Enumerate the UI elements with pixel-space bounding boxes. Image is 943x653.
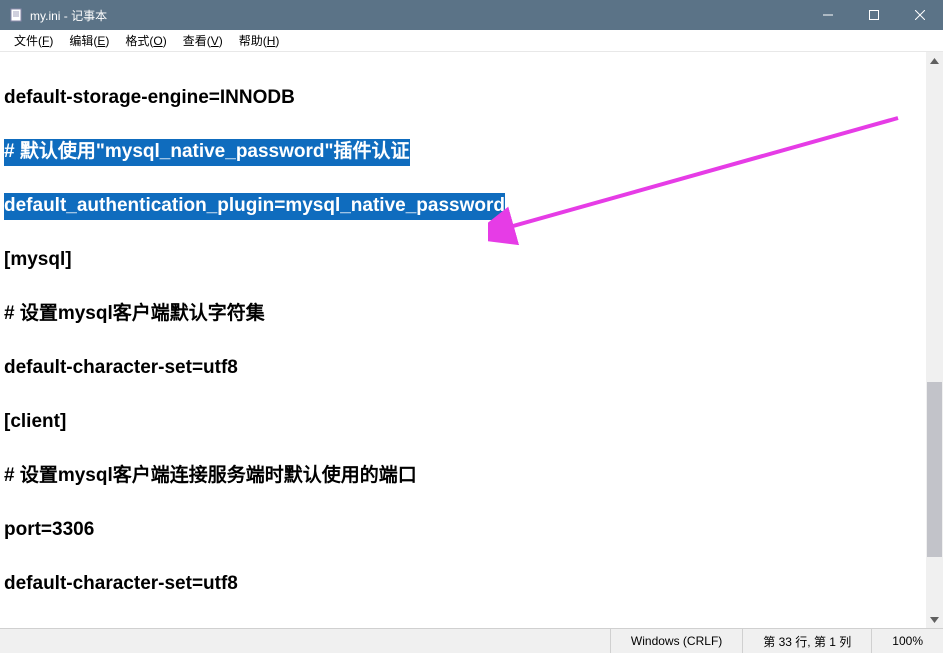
statusbar: Windows (CRLF) 第 33 行, 第 1 列 100% xyxy=(0,628,943,653)
text-line: # 默认使用"mysql_native_password"插件认证 xyxy=(4,139,922,166)
status-zoom: 100% xyxy=(871,629,943,653)
menubar: 文件(F) 编辑(E) 格式(O) 查看(V) 帮助(H) xyxy=(0,30,943,52)
menu-format[interactable]: 格式(O) xyxy=(117,30,174,51)
text-line xyxy=(4,544,922,571)
text-line: port=3306 xyxy=(4,517,922,544)
menu-file[interactable]: 文件(F) xyxy=(6,30,61,51)
scroll-down-arrow[interactable] xyxy=(926,611,943,628)
text-line: # 设置mysql客户端默认字符集 xyxy=(4,301,922,328)
status-position: 第 33 行, 第 1 列 xyxy=(742,629,871,653)
notepad-icon xyxy=(8,7,24,23)
text-line xyxy=(4,220,922,247)
text-editor[interactable]: default-storage-engine=INNODB # 默认使用"mys… xyxy=(0,52,926,628)
menu-help[interactable]: 帮助(H) xyxy=(231,30,288,51)
titlebar: my.ini - 记事本 xyxy=(0,0,943,30)
text-line: default-character-set=utf8 xyxy=(4,355,922,382)
text-line: [mysql] xyxy=(4,247,922,274)
scroll-thumb[interactable] xyxy=(927,382,942,557)
text-line: default-storage-engine=INNODB xyxy=(4,85,922,112)
text-line xyxy=(4,490,922,517)
text-line: [client] xyxy=(4,409,922,436)
vertical-scrollbar[interactable] xyxy=(926,52,943,628)
maximize-button[interactable] xyxy=(851,0,897,30)
text-line xyxy=(4,328,922,355)
close-button[interactable] xyxy=(897,0,943,30)
text-line xyxy=(4,166,922,193)
status-encoding: Windows (CRLF) xyxy=(610,629,742,653)
text-line xyxy=(4,58,922,85)
text-line: default_authentication_plugin=mysql_nati… xyxy=(4,193,922,220)
text-line: default-character-set=utf8 xyxy=(4,571,922,598)
selected-text: default_authentication_plugin=mysql_nati… xyxy=(4,193,505,220)
text-line xyxy=(4,382,922,409)
text-line xyxy=(4,112,922,139)
text-line xyxy=(4,436,922,463)
selected-text: # 默认使用"mysql_native_password"插件认证 xyxy=(4,139,410,166)
window-controls xyxy=(805,0,943,30)
menu-edit[interactable]: 编辑(E) xyxy=(61,30,117,51)
text-line xyxy=(4,274,922,301)
window-title: my.ini - 记事本 xyxy=(30,7,805,24)
text-line: # 设置mysql客户端连接服务端时默认使用的端口 xyxy=(4,463,922,490)
minimize-button[interactable] xyxy=(805,0,851,30)
menu-view[interactable]: 查看(V) xyxy=(175,30,231,51)
scroll-up-arrow[interactable] xyxy=(926,52,943,69)
editor-container: default-storage-engine=INNODB # 默认使用"mys… xyxy=(0,52,943,628)
